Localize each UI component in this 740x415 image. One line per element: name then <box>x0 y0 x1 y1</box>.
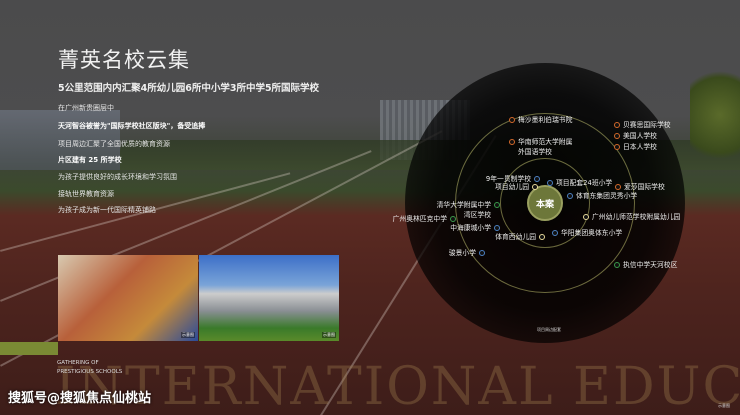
school-dot-icon <box>614 262 620 268</box>
school-dot-icon <box>614 144 620 150</box>
corner-tag: 示意图 <box>718 403 730 408</box>
school-name: 项目幼儿园 <box>495 183 529 191</box>
school-dot-icon <box>552 230 558 236</box>
intro-line: 接轨世界教育资源 <box>58 190 114 198</box>
school-name: 骏景小学 <box>448 249 476 257</box>
school-name: 日本人学校 <box>623 143 657 151</box>
school-marker: 中海康城小学 <box>450 223 500 233</box>
slide: 菁英名校云集 5公里范围内内汇聚4所幼儿园6所中小学3所中学5所国际学校 在广州… <box>0 0 740 415</box>
school-name: 梅沙墨利伯瑞书院 <box>518 116 573 124</box>
school-name: 广州奥林匹克中学 <box>392 215 447 223</box>
caption-line: GATHERING OF <box>57 360 99 366</box>
page-title: 菁英名校云集 <box>58 48 190 72</box>
school-marker: 华阳集团奥体东小学 <box>552 228 622 238</box>
intro-line: 为孩子成为新一代国际精英铺路 <box>58 206 156 214</box>
intro-line: 天河智谷被誉为"国际学校社区版块"，备受追捧 <box>58 122 206 130</box>
school-name: 执信中学天河校区 <box>623 261 678 269</box>
school-dot-icon <box>615 184 621 190</box>
photo-tag: 示意图 <box>181 332 195 338</box>
school-name: 体育西幼儿园 <box>495 233 536 241</box>
school-dot-icon <box>614 122 620 128</box>
school-name: 贝赛思国际学校 <box>623 121 671 129</box>
photo-children-playing: 示意图 <box>58 255 198 341</box>
school-marker: 项目配套24班小学 <box>547 178 612 188</box>
school-name: 体育东集团灵秀小学 <box>576 192 638 200</box>
school-marker: 日本人学校 <box>614 142 657 152</box>
school-marker: 项目幼儿园 <box>495 182 538 192</box>
photo-school-building: 示意图 <box>199 255 339 341</box>
school-dot-icon <box>509 117 515 123</box>
school-name: 广州幼儿师范学校附属幼儿园 <box>592 213 681 221</box>
background-tree <box>690 60 740 170</box>
school-marker: 广州幼儿师范学校附属幼儿园 <box>583 212 680 222</box>
school-marker: 梅沙墨利伯瑞书院 <box>509 115 572 125</box>
intro-line: 项目周边汇聚了全国优质的教育资源 <box>58 140 170 148</box>
school-name: 华南师范大学附属 外国语学校 <box>518 138 573 156</box>
photo-tag: 示意图 <box>322 332 336 338</box>
school-dot-icon <box>539 234 545 240</box>
subtitle: 5公里范围内内汇聚4所幼儿园6所中小学3所中学5所国际学校 <box>58 83 320 94</box>
intro-line: 为孩子提供良好的成长环境和学习氛围 <box>58 173 177 181</box>
school-dot-icon <box>494 225 500 231</box>
school-dot-icon <box>614 133 620 139</box>
school-marker: 执信中学天河校区 <box>614 260 677 270</box>
background-word: INTERNATIONAL EDUCATION <box>55 357 740 415</box>
gathering-caption: GATHERING OF PRESTIGIOUS SCHOOLS <box>57 359 122 377</box>
school-dot-icon <box>450 216 456 222</box>
intro-line: 在广州新贵圈层中 <box>58 104 114 112</box>
school-marker: 贝赛思国际学校 <box>614 120 671 130</box>
school-marker: 体育西幼儿园 <box>495 232 545 242</box>
school-dot-icon <box>509 139 515 145</box>
school-dot-icon <box>547 180 553 186</box>
watermark: 搜狐号@搜狐焦点仙桃站 <box>8 391 152 406</box>
school-name: 华阳集团奥体东小学 <box>561 229 623 237</box>
school-dot-icon <box>583 214 589 220</box>
school-marker: 华南师范大学附属 外国语学校 <box>509 137 572 157</box>
school-dot-icon <box>532 184 538 190</box>
school-dot-icon <box>494 202 500 208</box>
map-caption: 项目周边配套 <box>537 327 561 332</box>
school-dot-icon <box>479 250 485 256</box>
school-name: 中海康城小学 <box>450 224 491 232</box>
school-name: 美国人学校 <box>623 132 657 140</box>
school-dot-icon <box>567 193 573 199</box>
caption-line: PRESTIGIOUS SCHOOLS <box>57 369 123 375</box>
intro-line: 片区建有 25 所学校 <box>58 156 122 164</box>
school-marker: 广州奥林匹克中学 <box>393 214 456 224</box>
school-marker: 体育东集团灵秀小学 <box>567 191 637 201</box>
school-name: 项目配套24班小学 <box>556 179 613 187</box>
accent-bar <box>0 342 58 355</box>
school-marker: 美国人学校 <box>614 131 657 141</box>
school-marker: 骏景小学 <box>449 248 485 258</box>
